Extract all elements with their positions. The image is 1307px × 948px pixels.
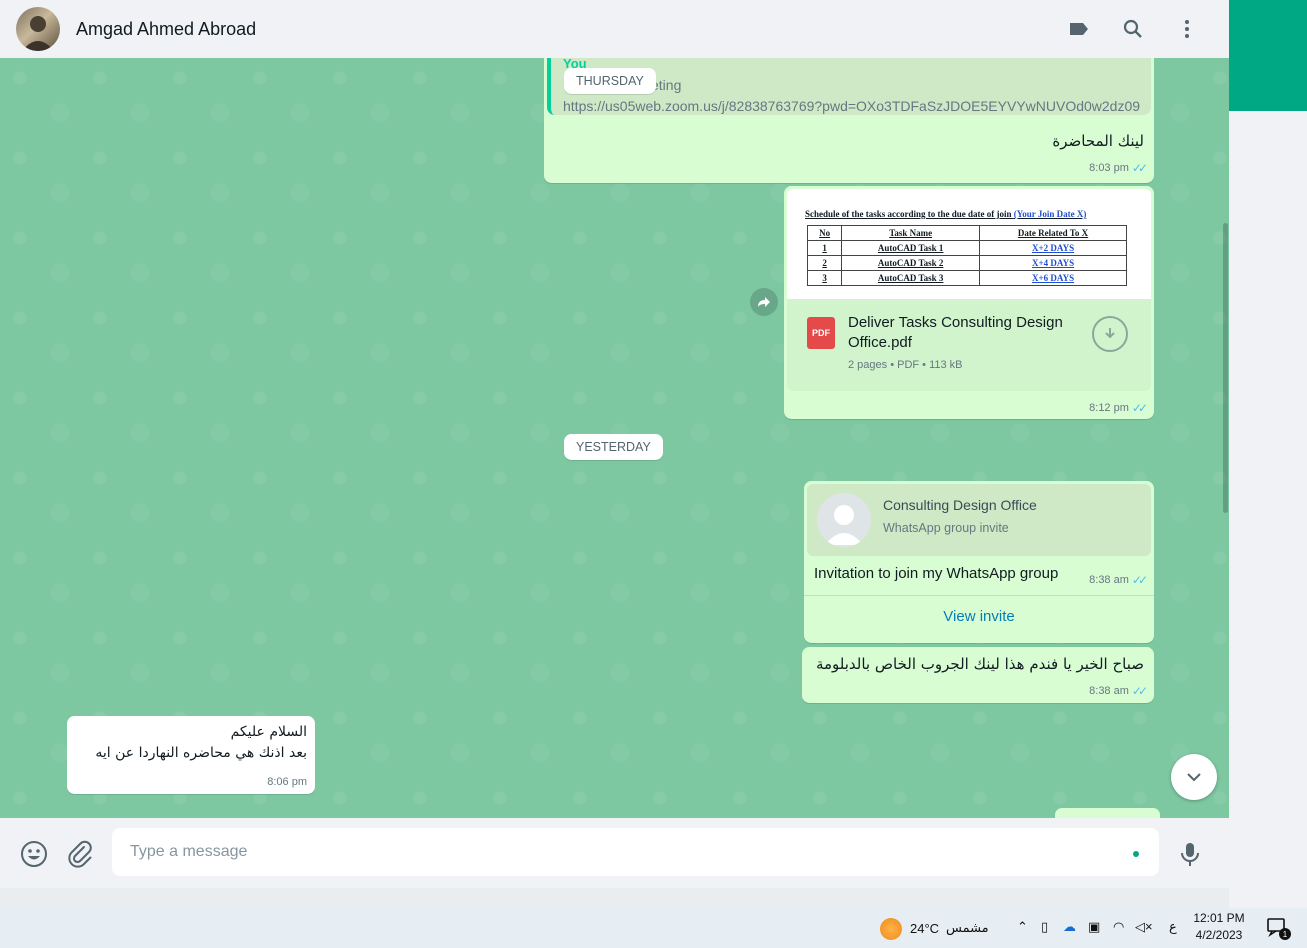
message-meta: 8:12 pm ✓✓ xyxy=(1089,401,1148,415)
table-cell: 1 xyxy=(806,240,843,256)
message-outgoing-pdf[interactable]: Schedule of the tasks according to the d… xyxy=(784,186,1154,419)
table-cell: X+6 DAYS xyxy=(979,270,1127,286)
message-incoming-question[interactable]: السلام عليكم بعد اذنك هي محاضره النهاردا… xyxy=(67,716,315,794)
download-icon[interactable] xyxy=(1092,316,1128,352)
pdf-preview-table: No Task Name Date Related To X 1 AutoCAD… xyxy=(806,225,1127,286)
table-cell: 2 xyxy=(806,255,843,271)
forward-icon[interactable] xyxy=(750,288,778,316)
message-outgoing-partial[interactable] xyxy=(1055,808,1160,818)
message-text: صباح الخير يا فندم هذا لينك الجروب الخاص… xyxy=(815,655,1144,673)
message-text-line2: بعد اذنك هي محاضره النهاردا عن ايه xyxy=(95,745,307,761)
chat-area[interactable]: You eting https://us05web.zoom.us/j/8283… xyxy=(0,58,1229,818)
contact-avatar[interactable] xyxy=(16,7,60,51)
read-receipt-icon: ✓✓ xyxy=(1131,161,1148,175)
pdf-preview-title-text: Schedule of the tasks according to the d… xyxy=(805,209,1012,219)
message-meta: 8:38 am ✓✓ xyxy=(1089,573,1148,587)
device-icon[interactable]: ▯ xyxy=(1041,919,1048,935)
pdf-preview-title-link: (Your Join Date X) xyxy=(1013,209,1087,219)
input-status-dot xyxy=(1133,851,1139,857)
attach-icon[interactable] xyxy=(64,838,96,870)
message-time: 8:12 pm xyxy=(1089,402,1129,414)
message-time: 8:06 pm xyxy=(267,776,307,788)
pdf-file-card[interactable]: PDF Deliver Tasks Consulting Design Offi… xyxy=(787,299,1151,391)
clock[interactable]: 12:01 PM 4/2/2023 xyxy=(1193,911,1245,942)
table-cell: AutoCAD Task 3 xyxy=(841,270,981,286)
onedrive-icon[interactable]: ☁ xyxy=(1063,919,1076,935)
group-invite-subtitle: WhatsApp group invite xyxy=(883,521,1009,535)
whatsapp-window: Amgad Ahmed Abroad You eting https://us0… xyxy=(0,0,1307,948)
table-cell: AutoCAD Task 2 xyxy=(841,255,981,271)
clock-date: 4/2/2023 xyxy=(1195,928,1243,942)
emoji-icon[interactable] xyxy=(18,838,50,870)
read-receipt-icon: ✓✓ xyxy=(1131,401,1148,415)
speaker-muted-icon[interactable]: ◁× xyxy=(1135,919,1153,935)
show-hidden-icons-icon[interactable]: ⌃ xyxy=(1017,919,1028,935)
date-separator-yesterday: YESTERDAY xyxy=(564,434,663,460)
scroll-to-bottom-button[interactable] xyxy=(1171,754,1217,800)
message-input[interactable] xyxy=(112,828,1159,876)
contact-name[interactable]: Amgad Ahmed Abroad xyxy=(76,19,256,40)
group-name: Consulting Design Office xyxy=(883,497,1037,513)
notification-count-badge: 1 xyxy=(1279,928,1291,940)
table-cell: 3 xyxy=(806,270,843,286)
message-meta: 8:03 pm ✓✓ xyxy=(1089,161,1148,175)
divider xyxy=(804,595,1154,596)
header-actions xyxy=(1063,13,1213,45)
message-text: لينك المحاضرة xyxy=(1052,132,1144,150)
chat-header: Amgad Ahmed Abroad xyxy=(0,0,1229,58)
search-icon[interactable] xyxy=(1117,13,1149,45)
message-text: Invitation to join my WhatsApp group xyxy=(814,565,1059,582)
chat-scrollbar[interactable] xyxy=(1223,223,1228,513)
label-icon[interactable] xyxy=(1063,13,1095,45)
menu-kebab-icon[interactable] xyxy=(1171,13,1203,45)
chevron-down-icon xyxy=(1187,773,1201,782)
quote-link[interactable]: https://us05web.zoom.us/j/82838763769?pw… xyxy=(563,98,1140,114)
weather-condition[interactable]: مشمس xyxy=(946,921,989,936)
notifications-icon[interactable]: 1 xyxy=(1266,917,1291,940)
input-language[interactable]: ع xyxy=(1169,920,1177,935)
table-cell: AutoCAD Task 1 xyxy=(841,240,981,256)
file-name: Deliver Tasks Consulting Design Office.p… xyxy=(848,314,1063,351)
weather-temperature[interactable]: 24°C xyxy=(910,921,939,936)
clock-time: 12:01 PM xyxy=(1193,911,1245,925)
pdf-preview-title: Schedule of the tasks according to the d… xyxy=(805,209,1127,219)
message-meta: 8:38 am ✓✓ xyxy=(1089,684,1148,698)
message-outgoing-greeting[interactable]: صباح الخير يا فندم هذا لينك الجروب الخاص… xyxy=(802,647,1154,703)
pdf-preview[interactable]: Schedule of the tasks according to the d… xyxy=(787,189,1151,299)
invite-card[interactable]: Consulting Design Office WhatsApp group … xyxy=(807,484,1151,556)
read-receipt-icon: ✓✓ xyxy=(1131,684,1148,698)
message-time: 8:38 am xyxy=(1089,685,1129,697)
message-text-line1: السلام عليكم xyxy=(230,724,307,740)
group-avatar-icon xyxy=(817,493,871,547)
microphone-icon[interactable] xyxy=(1174,838,1206,870)
date-separator-thursday: THURSDAY xyxy=(564,68,656,94)
app-tray-icon[interactable]: ▣ xyxy=(1088,919,1100,935)
file-meta: 2 pages • PDF • 113 kB xyxy=(848,359,963,371)
table-cell: X+2 DAYS xyxy=(979,240,1127,256)
message-outgoing-group-invite[interactable]: Consulting Design Office WhatsApp group … xyxy=(804,481,1154,643)
table-header: Date Related To X xyxy=(979,225,1127,241)
side-panel-accent xyxy=(1229,0,1307,111)
message-time: 8:03 pm xyxy=(1089,162,1129,174)
pdf-file-icon: PDF xyxy=(807,317,835,349)
table-header: No xyxy=(806,225,843,241)
view-invite-button[interactable]: View invite xyxy=(804,608,1154,625)
message-time: 8:38 am xyxy=(1089,574,1129,586)
wifi-icon[interactable]: ◠ xyxy=(1113,919,1124,935)
table-header: Task Name xyxy=(841,225,981,241)
table-cell: X+4 DAYS xyxy=(979,255,1127,271)
weather-sun-icon[interactable] xyxy=(880,918,902,940)
read-receipt-icon: ✓✓ xyxy=(1131,573,1148,587)
side-panel-background xyxy=(1229,0,1307,908)
message-composer xyxy=(0,818,1229,888)
windows-taskbar: 24°C مشمس ⌃ ▯ ☁ ▣ ◠ ◁× ع 12:01 PM 4/2/20… xyxy=(0,908,1307,948)
